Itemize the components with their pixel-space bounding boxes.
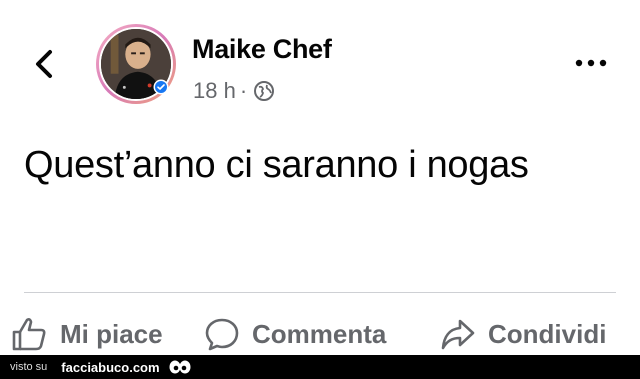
chevron-left-icon [36,50,52,78]
watermark-prefix: visto su [10,361,48,373]
author-avatar[interactable] [96,24,176,104]
watermark-site: facciabuco.com [61,359,160,375]
ellipsis-icon [575,59,607,67]
globe-icon[interactable] [253,80,275,102]
comment-label: Commenta [252,318,387,349]
post-meta: 18 h · [193,78,275,104]
eyes-logo-icon [169,360,191,374]
share-button[interactable]: Condividi [440,312,606,356]
post-text: Quest’anno ci saranno i nogas [24,144,529,186]
share-label: Condividi [488,318,607,349]
post-time[interactable]: 18 h [193,78,236,104]
more-options-button[interactable] [574,56,610,70]
comment-button[interactable]: Commenta [204,312,386,356]
watermark-footer: visto su facciabuco.com [0,355,640,379]
author-name[interactable]: Maike Chef [192,34,332,65]
like-label: Mi piace [60,318,163,349]
share-arrow-icon [441,319,475,350]
divider [24,292,616,293]
back-button[interactable] [30,44,60,84]
thumbs-up-icon [12,318,46,351]
comment-bubble-icon [205,318,239,351]
meta-separator: · [239,78,248,103]
verified-badge-icon [153,79,169,95]
like-button[interactable]: Mi piace [10,312,163,356]
